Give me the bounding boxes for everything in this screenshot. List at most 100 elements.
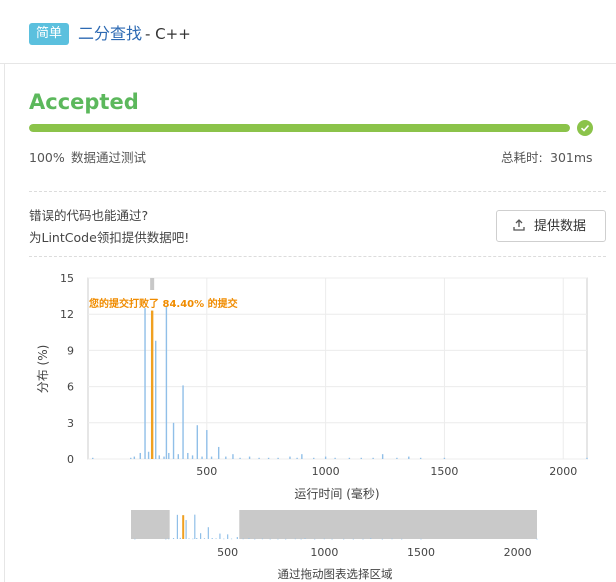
- navigator-bar: [203, 538, 206, 539]
- distribution-bar: [225, 456, 227, 459]
- distribution-bar: [301, 454, 303, 459]
- provide-data-label: 提供数据: [534, 218, 587, 233]
- navigator-bar: [314, 538, 316, 540]
- navigator-bar: [277, 538, 279, 540]
- distribution-bar: [348, 457, 351, 459]
- difficulty-badge: 简单: [29, 23, 69, 45]
- distribution-bar: [210, 456, 213, 459]
- distribution-bar: [172, 422, 175, 459]
- hover-marker: [150, 278, 155, 290]
- navigator-bar: [227, 534, 229, 539]
- wrong-code-question: 错误的代码也能通过?: [29, 208, 149, 223]
- navigator-tick-label: 1500: [407, 546, 435, 559]
- navigator-bar: [536, 538, 538, 540]
- navigator-hint: 通过拖动图表选择区域: [278, 567, 393, 581]
- distribution-bar: [147, 451, 150, 459]
- navigator-bar: [370, 538, 372, 539]
- navigator-bar: [300, 538, 302, 540]
- language-label: - C++: [145, 25, 191, 43]
- distribution-bar: [201, 456, 203, 459]
- distribution-bar: [360, 457, 362, 459]
- navigator-bar: [352, 538, 354, 540]
- navigator-bar: [285, 538, 287, 540]
- divider: [29, 191, 606, 192]
- navigator-bar: [176, 514, 178, 539]
- distribution-bar: [296, 457, 298, 459]
- wrong-code-subtitle: 为LintCode领扣提供数据吧!: [29, 230, 190, 245]
- beat-percent-annotation: 您的提交打败了 84.40% 的提交: [89, 297, 238, 310]
- distribution-bar: [182, 385, 184, 459]
- distribution-bar: [419, 457, 422, 459]
- navigator-bar: [134, 538, 136, 540]
- navigator-bar: [242, 538, 244, 540]
- navigator-bar: [215, 538, 217, 540]
- distribution-bar: [191, 455, 194, 459]
- distribution-bar: [144, 308, 146, 459]
- navigator-bar: [200, 533, 202, 539]
- navigator-bar: [168, 538, 170, 540]
- distribution-bar: [248, 456, 251, 459]
- y-tick-label: 15: [60, 272, 74, 285]
- distribution-bar: [165, 306, 168, 459]
- distribution-bar: [163, 456, 165, 459]
- navigator-bar: [179, 537, 181, 539]
- navigator-bar: [192, 538, 194, 540]
- y-tick-label: 3: [67, 417, 74, 430]
- check-circle-icon: [577, 120, 593, 136]
- distribution-bar: [313, 457, 315, 459]
- distribution-bar: [372, 457, 374, 459]
- navigator-bar: [343, 538, 345, 540]
- x-tick-label: 2000: [549, 465, 577, 478]
- navigator-bar: [254, 538, 256, 540]
- navigator-highlight-bar: [182, 515, 185, 539]
- distribution-bar: [139, 452, 141, 459]
- navigator-bar: [185, 520, 187, 539]
- navigator-bar: [172, 538, 175, 539]
- distribution-bar: [133, 456, 136, 459]
- navigator-tick-label: 2000: [504, 546, 532, 559]
- distribution-bar: [158, 455, 160, 459]
- distribution-bar: [196, 425, 199, 459]
- navigator-bar: [207, 527, 209, 539]
- distribution-bar: [334, 457, 336, 459]
- distribution-bar: [277, 457, 279, 459]
- test-progress-fill: [29, 124, 570, 132]
- distribution-bar: [187, 452, 189, 459]
- distribution-bar: [239, 457, 241, 459]
- navigator-bar: [219, 533, 221, 539]
- distribution-bar: [168, 452, 170, 459]
- distribution-bar: [130, 457, 132, 459]
- y-tick-label: 6: [67, 381, 74, 394]
- distribution-bar: [443, 457, 446, 459]
- x-axis-label: 运行时间 (毫秒): [294, 486, 379, 501]
- problem-title-link[interactable]: 二分查找: [78, 22, 142, 46]
- navigator-bar: [223, 538, 225, 540]
- navigator-bar: [261, 538, 264, 540]
- runtime-label: 总耗时:: [501, 150, 543, 165]
- distribution-bar: [155, 340, 157, 459]
- navigator-bar: [401, 538, 403, 540]
- distribution-bar: [217, 446, 220, 459]
- y-tick-label: 9: [67, 344, 74, 357]
- navigator-bar: [391, 538, 393, 540]
- navigator-bar: [323, 538, 325, 540]
- problem-header: 简单 二分查找 - C++: [0, 0, 616, 64]
- range-navigator[interactable]: 500 1000 1500 2000: [131, 510, 538, 559]
- distribution-bar: [586, 457, 588, 459]
- x-tick-label: 1500: [430, 465, 458, 478]
- pass-percent: 100%: [29, 150, 65, 165]
- distribution-bar: [289, 456, 291, 459]
- navigator-bar: [196, 538, 198, 539]
- navigator-bar: [381, 538, 383, 540]
- divider: [29, 256, 606, 257]
- distribution-bar: [206, 430, 208, 459]
- provide-data-button[interactable]: 提供数据: [496, 210, 606, 242]
- distribution-bar: [258, 457, 260, 459]
- navigator-bar: [420, 538, 422, 540]
- navigator-bar: [248, 538, 250, 539]
- upload-icon: [513, 219, 525, 234]
- distribution-bar: [408, 456, 410, 459]
- navigator-bar: [188, 538, 190, 540]
- distribution-bar: [396, 457, 398, 459]
- pass-percent-label: 数据通过测试: [71, 150, 147, 165]
